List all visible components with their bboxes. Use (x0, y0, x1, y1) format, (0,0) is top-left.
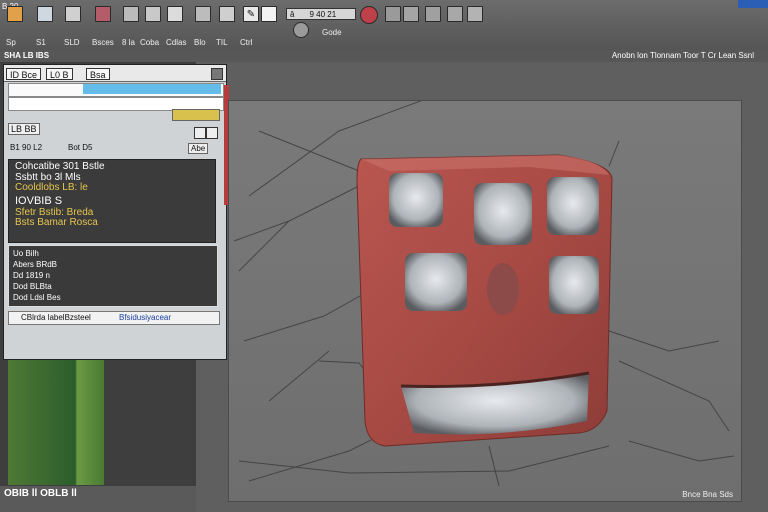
dialog-footer-left[interactable]: CBlrda labelBzsteel (21, 312, 91, 324)
status-right-text: Anobn lon Tlonnam Toor T Cr Lean Ssnl (611, 51, 754, 60)
dialog-mini-button-2[interactable] (206, 127, 218, 139)
window-hole (474, 183, 532, 245)
link-tool-button[interactable] (167, 6, 183, 34)
toolbar-label-3: Bsces (92, 38, 114, 47)
dialog-mini-button-1[interactable] (194, 127, 206, 139)
stop-icon (385, 6, 401, 22)
export-icon (467, 6, 483, 22)
list-item[interactable]: Uo Bilh (13, 248, 213, 259)
render-icon (195, 6, 211, 22)
list-item[interactable]: Dd 1819 n (13, 270, 213, 281)
pin-icon (293, 22, 309, 38)
dialog-group-bar: LB BB (8, 123, 222, 139)
paste-icon (425, 6, 441, 22)
grid-tool-button[interactable] (65, 6, 81, 34)
nose-shape (487, 263, 519, 315)
window-hole (547, 177, 599, 235)
list-item[interactable]: Dod Ldsl Bes (13, 292, 213, 303)
info-line-2: Cooldlobs LB: le (15, 182, 88, 193)
panel-tool-button[interactable] (219, 6, 235, 34)
3d-viewport[interactable]: Bnce Bna Sds (228, 100, 742, 502)
export-button[interactable] (467, 6, 483, 34)
dialog-tab-2[interactable]: L0 B (46, 68, 73, 80)
viewport-caption: Bnce Bna Sds (682, 490, 733, 499)
grid-icon (65, 6, 81, 22)
pin-tool-button[interactable] (293, 22, 309, 50)
prop-0: B1 90 L2 (10, 143, 43, 152)
eraser-icon (261, 6, 277, 22)
status-left-text: SHA LB IBS (4, 51, 50, 60)
pen-icon: ✎ (243, 6, 259, 22)
layout-tool-button[interactable] (37, 6, 53, 34)
snapshot-icon (447, 6, 463, 22)
status-strip: SHA LB IBS Anobn lon Tlonnam Toor T Cr L… (0, 50, 768, 62)
toolbar-label-9: Ctrl (240, 38, 253, 47)
bottom-status-text: OBIB ll OBLB ll (4, 488, 77, 499)
stop-button[interactable] (385, 6, 401, 34)
camera-tool-button[interactable] (7, 6, 23, 34)
dialog-footer-right[interactable]: Bfsidusiyacear (119, 312, 171, 324)
panel-icon (219, 6, 235, 22)
window-controls[interactable] (738, 0, 768, 8)
list-item[interactable]: Dod BLBta (13, 281, 213, 292)
snapshot-button[interactable] (447, 6, 463, 34)
toolbar-search-field[interactable]: â 9 40 21 (286, 8, 356, 20)
prop-1: Bot D5 (68, 143, 93, 152)
list-item[interactable]: Abers BRdB (13, 259, 213, 270)
dialog-titlebar[interactable]: ID Bce L0 B Bsa (4, 65, 226, 82)
paste-button[interactable] (425, 6, 441, 34)
window-hole (549, 256, 599, 314)
pen-tool-button[interactable]: ✎ (243, 6, 259, 34)
dialog-props-row: B1 90 L2 Bot D5 Abe (8, 141, 218, 157)
material-icon (95, 6, 111, 22)
dialog-info-panel: Cohcatibe 301 Bstle Ssbtt bo 3l Mls Cool… (8, 159, 216, 243)
toolbar-label-0: Sp (6, 38, 16, 47)
book-icon (123, 6, 139, 22)
dialog-footer: CBlrda labelBzsteel Bfsidusiyacear (8, 311, 220, 325)
material-tool-button[interactable] (95, 6, 111, 34)
toolbar-label-5: Coba (140, 38, 160, 47)
link-icon (167, 6, 183, 22)
viewport-scene (233, 101, 735, 487)
close-icon[interactable] (211, 68, 223, 80)
info-line-3: IOVBIB S (15, 194, 63, 207)
main-toolbar: B 20 ✎ Sp S1 SLD Bsces 8 la Coba Cdlas B… (0, 0, 768, 51)
dialog-group-label: LB BB (8, 123, 40, 135)
camera-icon (7, 6, 23, 22)
dialog-tab-1[interactable]: ID Bce (6, 68, 42, 80)
dialog-list: Uo Bilh Abers BRdB Dd 1819 n Dod BLBta D… (8, 245, 218, 307)
texture-tool-button[interactable] (145, 6, 161, 34)
eraser-tool-button[interactable] (261, 6, 277, 34)
book-tool-button[interactable] (123, 6, 139, 34)
info-line-5: Bsts Bamar Rosca (15, 217, 98, 228)
copy-icon (403, 6, 419, 22)
toolbar-label-8: TIL (216, 38, 228, 47)
dialog-highlight-button[interactable] (172, 109, 220, 121)
window-hole (405, 253, 467, 311)
texture-preview (8, 360, 104, 485)
texture-icon (145, 6, 161, 22)
window-hole (389, 173, 443, 227)
properties-dialog[interactable]: ID Bce L0 B Bsa LB BB B1 90 L2 Bot D5 Ab… (3, 64, 229, 360)
dialog-toolbar-selection[interactable] (83, 84, 221, 94)
red-block-object[interactable] (356, 154, 613, 447)
dialog-tab-3[interactable]: Bsa (86, 68, 110, 80)
prop-2[interactable]: Abe (188, 143, 209, 154)
toolbar-label-2: SLD (64, 38, 80, 47)
render-tool-button[interactable] (195, 6, 211, 34)
record-icon (360, 6, 378, 24)
info-line-0: Cohcatibe 301 Bstle (15, 161, 105, 172)
toolbar-label-6: Cdlas (166, 38, 187, 47)
dialog-toolbar (8, 83, 224, 97)
toolbar-label-1: S1 (36, 38, 46, 47)
copy-button[interactable] (403, 6, 419, 34)
toolbar-label-7: Blo (194, 38, 206, 47)
toolbar-label-right: Gode (322, 28, 342, 37)
layout-icon (37, 6, 53, 22)
toolbar-label-4: 8 la (122, 38, 135, 47)
record-button[interactable] (360, 6, 378, 34)
